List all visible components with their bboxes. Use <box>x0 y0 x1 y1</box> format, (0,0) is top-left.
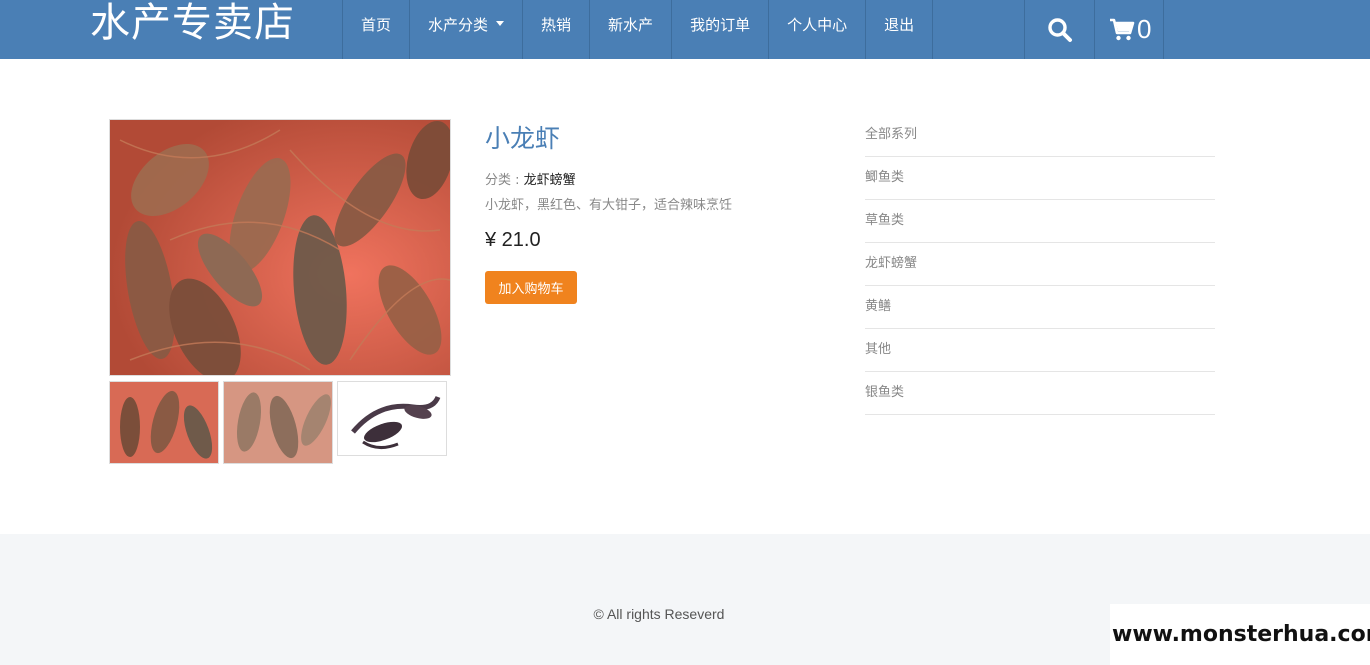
top-navbar: 水产专卖店 首页 水产分类 热销 新水产 我的订单 个人中心 退出 0 <box>0 0 1370 59</box>
search-icon <box>1047 17 1072 42</box>
nav-new-label: 新水产 <box>608 16 654 34</box>
nav-actions: 0 <box>1024 0 1165 59</box>
watermark-text: www.monsterhua.com <box>1110 604 1370 665</box>
product-thumbnails <box>109 381 447 464</box>
cart-icon <box>1110 18 1135 40</box>
thumbnail-2[interactable] <box>223 381 333 464</box>
cart-count: 0 <box>1137 14 1152 44</box>
product-category: 分类 : 龙虾螃蟹 <box>485 169 576 188</box>
caret-down-icon <box>496 21 505 26</box>
nav-my-orders[interactable]: 我的订单 <box>672 0 770 59</box>
nav-home[interactable]: 首页 <box>343 0 411 59</box>
nav-new[interactable]: 新水产 <box>590 0 673 59</box>
nav-hot[interactable]: 热销 <box>523 0 591 59</box>
nav-category-label: 水产分类 <box>428 16 489 34</box>
category-crucian[interactable]: 鲫鱼类 <box>865 157 1215 200</box>
nav-my-orders-label: 我的订单 <box>690 16 751 34</box>
product-main-image <box>109 119 451 376</box>
cart-button[interactable]: 0 <box>1095 0 1165 59</box>
category-grass-carp[interactable]: 草鱼类 <box>865 200 1215 243</box>
nav-logout-label: 退出 <box>884 16 915 34</box>
category-lobster-crab[interactable]: 龙虾螃蟹 <box>865 243 1215 286</box>
category-whitebait[interactable]: 银鱼类 <box>865 372 1215 415</box>
product-price: ¥ 21.0 <box>485 229 541 251</box>
category-all[interactable]: 全部系列 <box>865 114 1215 157</box>
product-title: 小龙虾 <box>485 124 561 153</box>
category-value: 龙虾螃蟹 <box>523 173 576 188</box>
nav-personal-center-label: 个人中心 <box>787 16 848 34</box>
category-list: 全部系列 鲫鱼类 草鱼类 龙虾螃蟹 黄鳝 其他 银鱼类 <box>865 114 1215 415</box>
nav-hot-label: 热销 <box>541 16 572 34</box>
add-to-cart-button[interactable]: 加入购物车 <box>485 271 577 304</box>
category-eel[interactable]: 黄鳝 <box>865 286 1215 329</box>
nav-personal-center[interactable]: 个人中心 <box>769 0 867 59</box>
nav-category-dropdown[interactable]: 水产分类 <box>410 0 524 59</box>
product-description: 小龙虾，黑红色、有大钳子，适合辣味烹饪 <box>485 198 733 213</box>
search-button[interactable] <box>1025 0 1095 59</box>
category-label: 分类 : <box>485 173 524 188</box>
main-nav: 首页 水产分类 热销 新水产 我的订单 个人中心 退出 <box>342 0 934 59</box>
nav-logout[interactable]: 退出 <box>866 0 934 59</box>
thumbnail-1[interactable] <box>109 381 219 464</box>
nav-home-label: 首页 <box>361 16 392 34</box>
brand-logo[interactable]: 水产专卖店 <box>90 0 295 59</box>
category-other[interactable]: 其他 <box>865 329 1215 372</box>
thumbnail-3[interactable] <box>337 381 447 456</box>
